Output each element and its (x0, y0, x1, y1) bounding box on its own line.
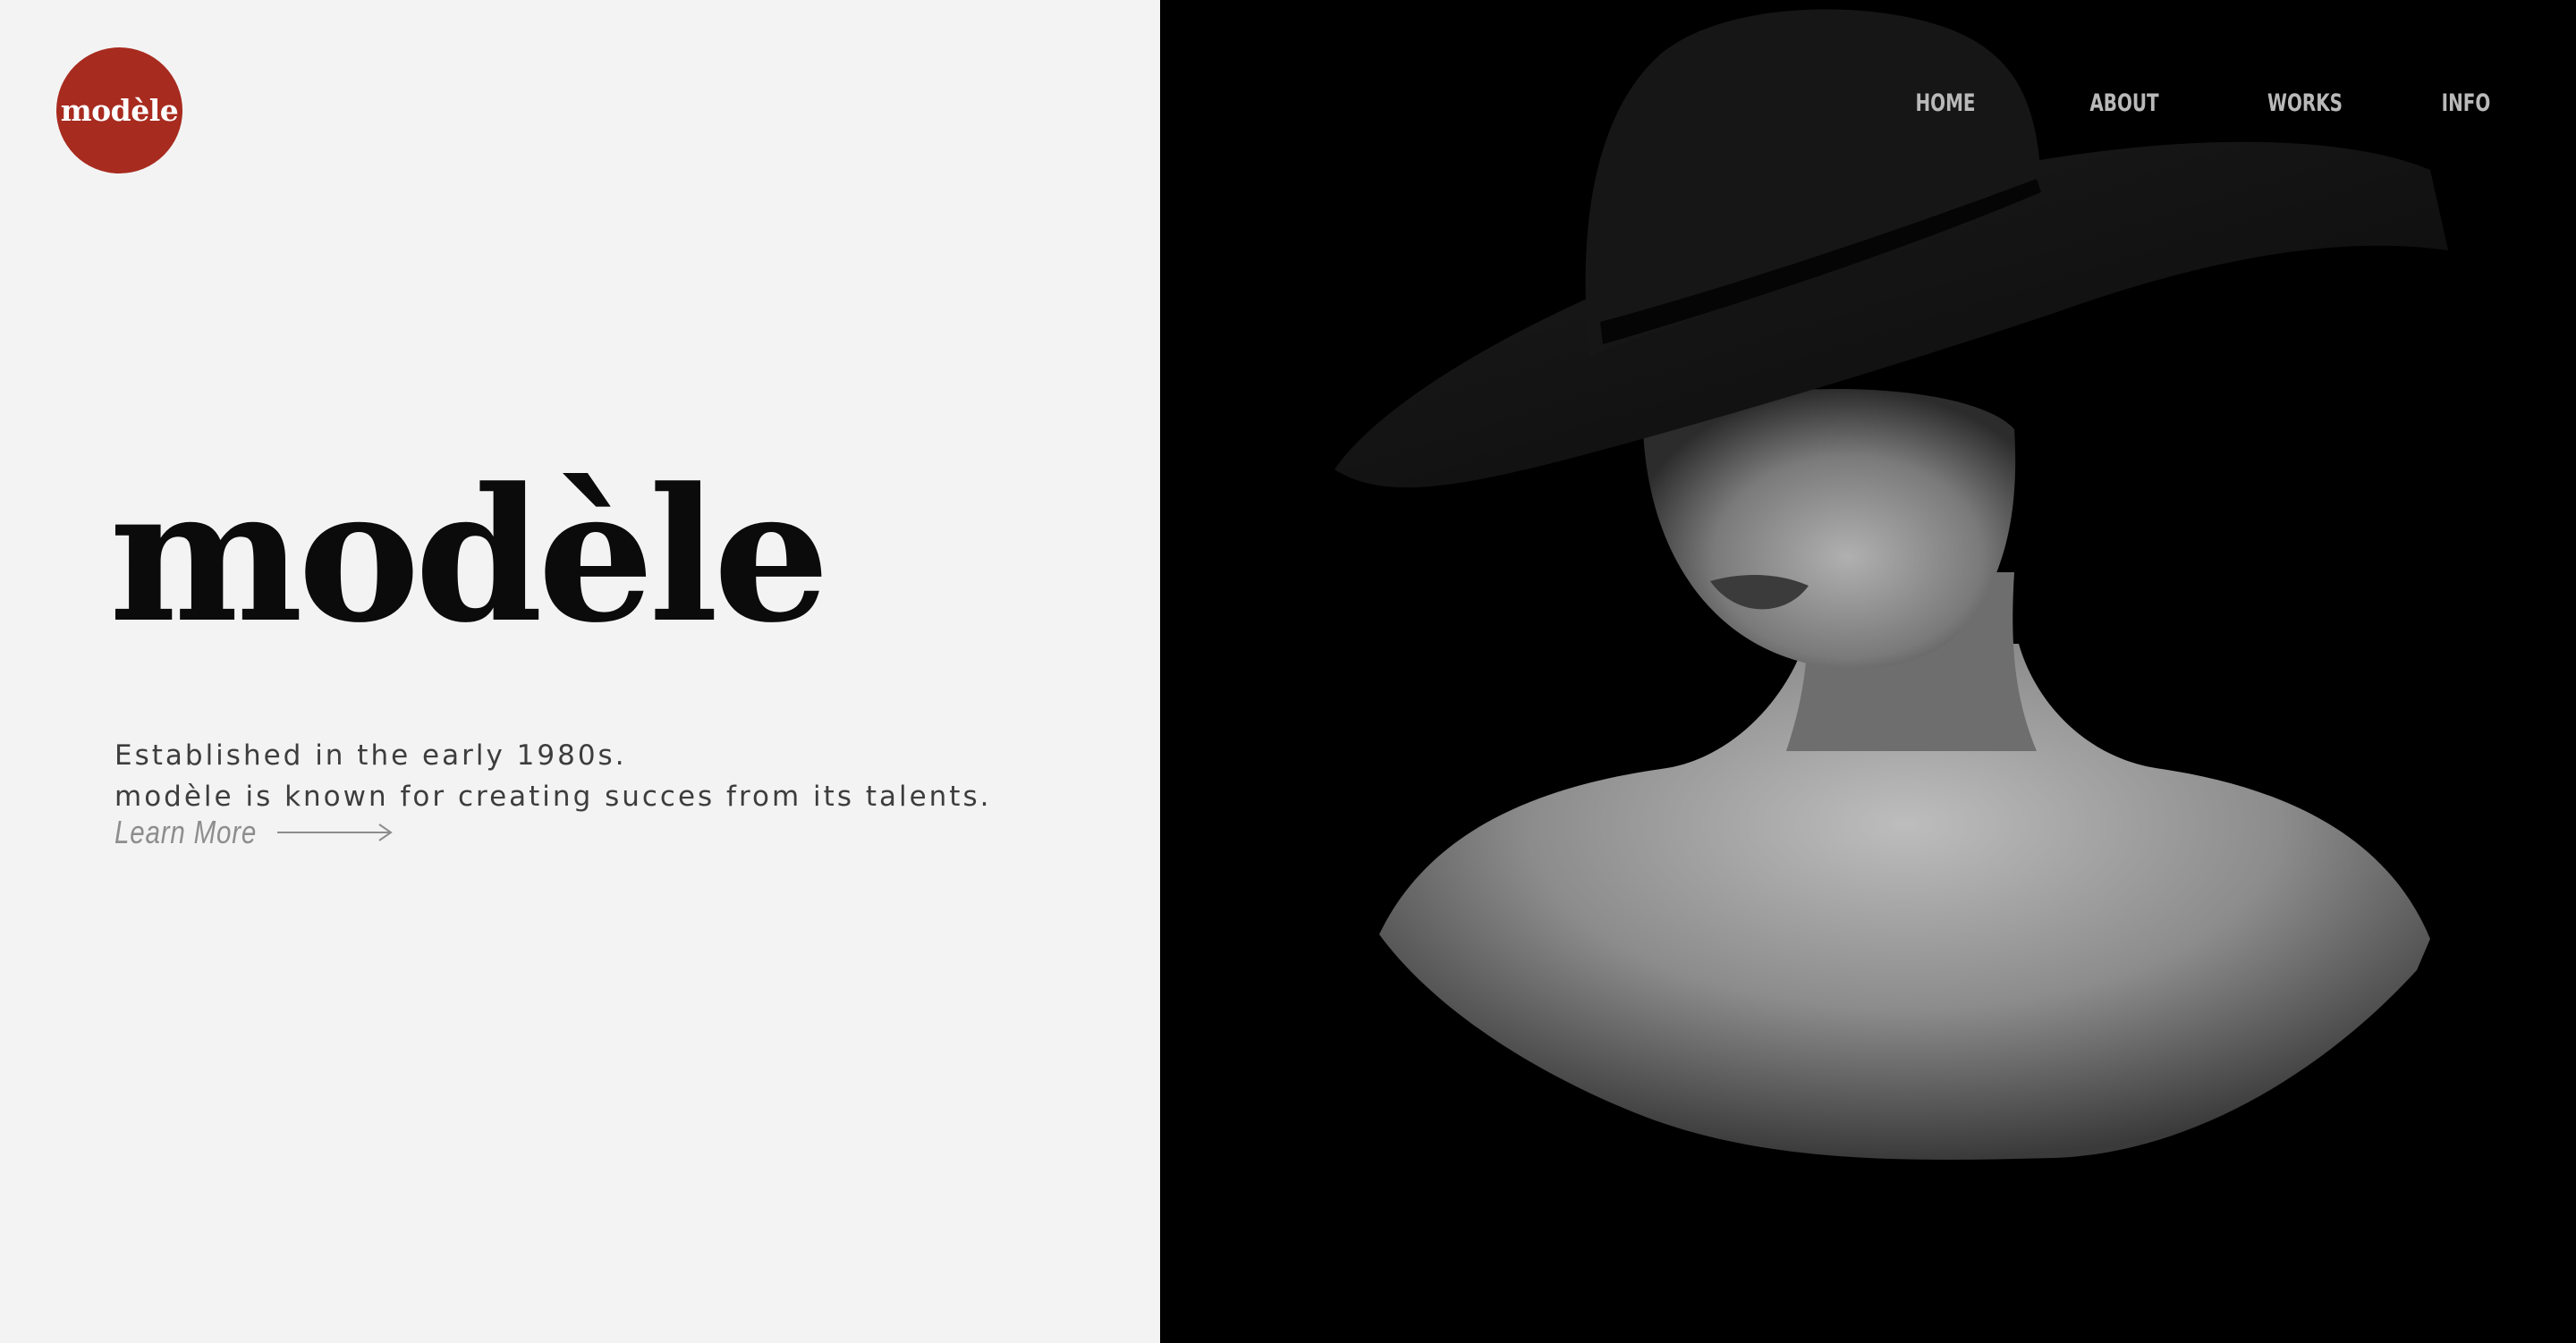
arrow-right-icon (277, 824, 393, 841)
logo-text: modèle (60, 93, 179, 128)
learn-more-link[interactable]: Learn More (114, 814, 394, 851)
main-nav: HOME ABOUT WORKS INFO (1887, 89, 2502, 117)
portrait-image (1160, 0, 2576, 1343)
hero-image-panel: HOME ABOUT WORKS INFO (1160, 0, 2576, 1343)
hero-tagline: Established in the early 1980s. modèle i… (114, 735, 1098, 817)
tagline-line-1: Established in the early 1980s. (114, 739, 627, 772)
tagline-line-2: modèle is known for creating succes from… (114, 781, 992, 813)
nav-item-info[interactable]: INFO (2436, 89, 2496, 117)
nav-item-works[interactable]: WORKS (2258, 89, 2353, 117)
nav-item-about[interactable]: ABOUT (2077, 89, 2173, 117)
learn-more-label: Learn More (114, 814, 258, 850)
brand-logo[interactable]: modèle (56, 47, 182, 173)
hero-left-panel: modèle modèle Established in the early 1… (0, 0, 1160, 1343)
hero-title: modèle (109, 449, 830, 663)
nav-item-home[interactable]: HOME (1898, 89, 1994, 117)
